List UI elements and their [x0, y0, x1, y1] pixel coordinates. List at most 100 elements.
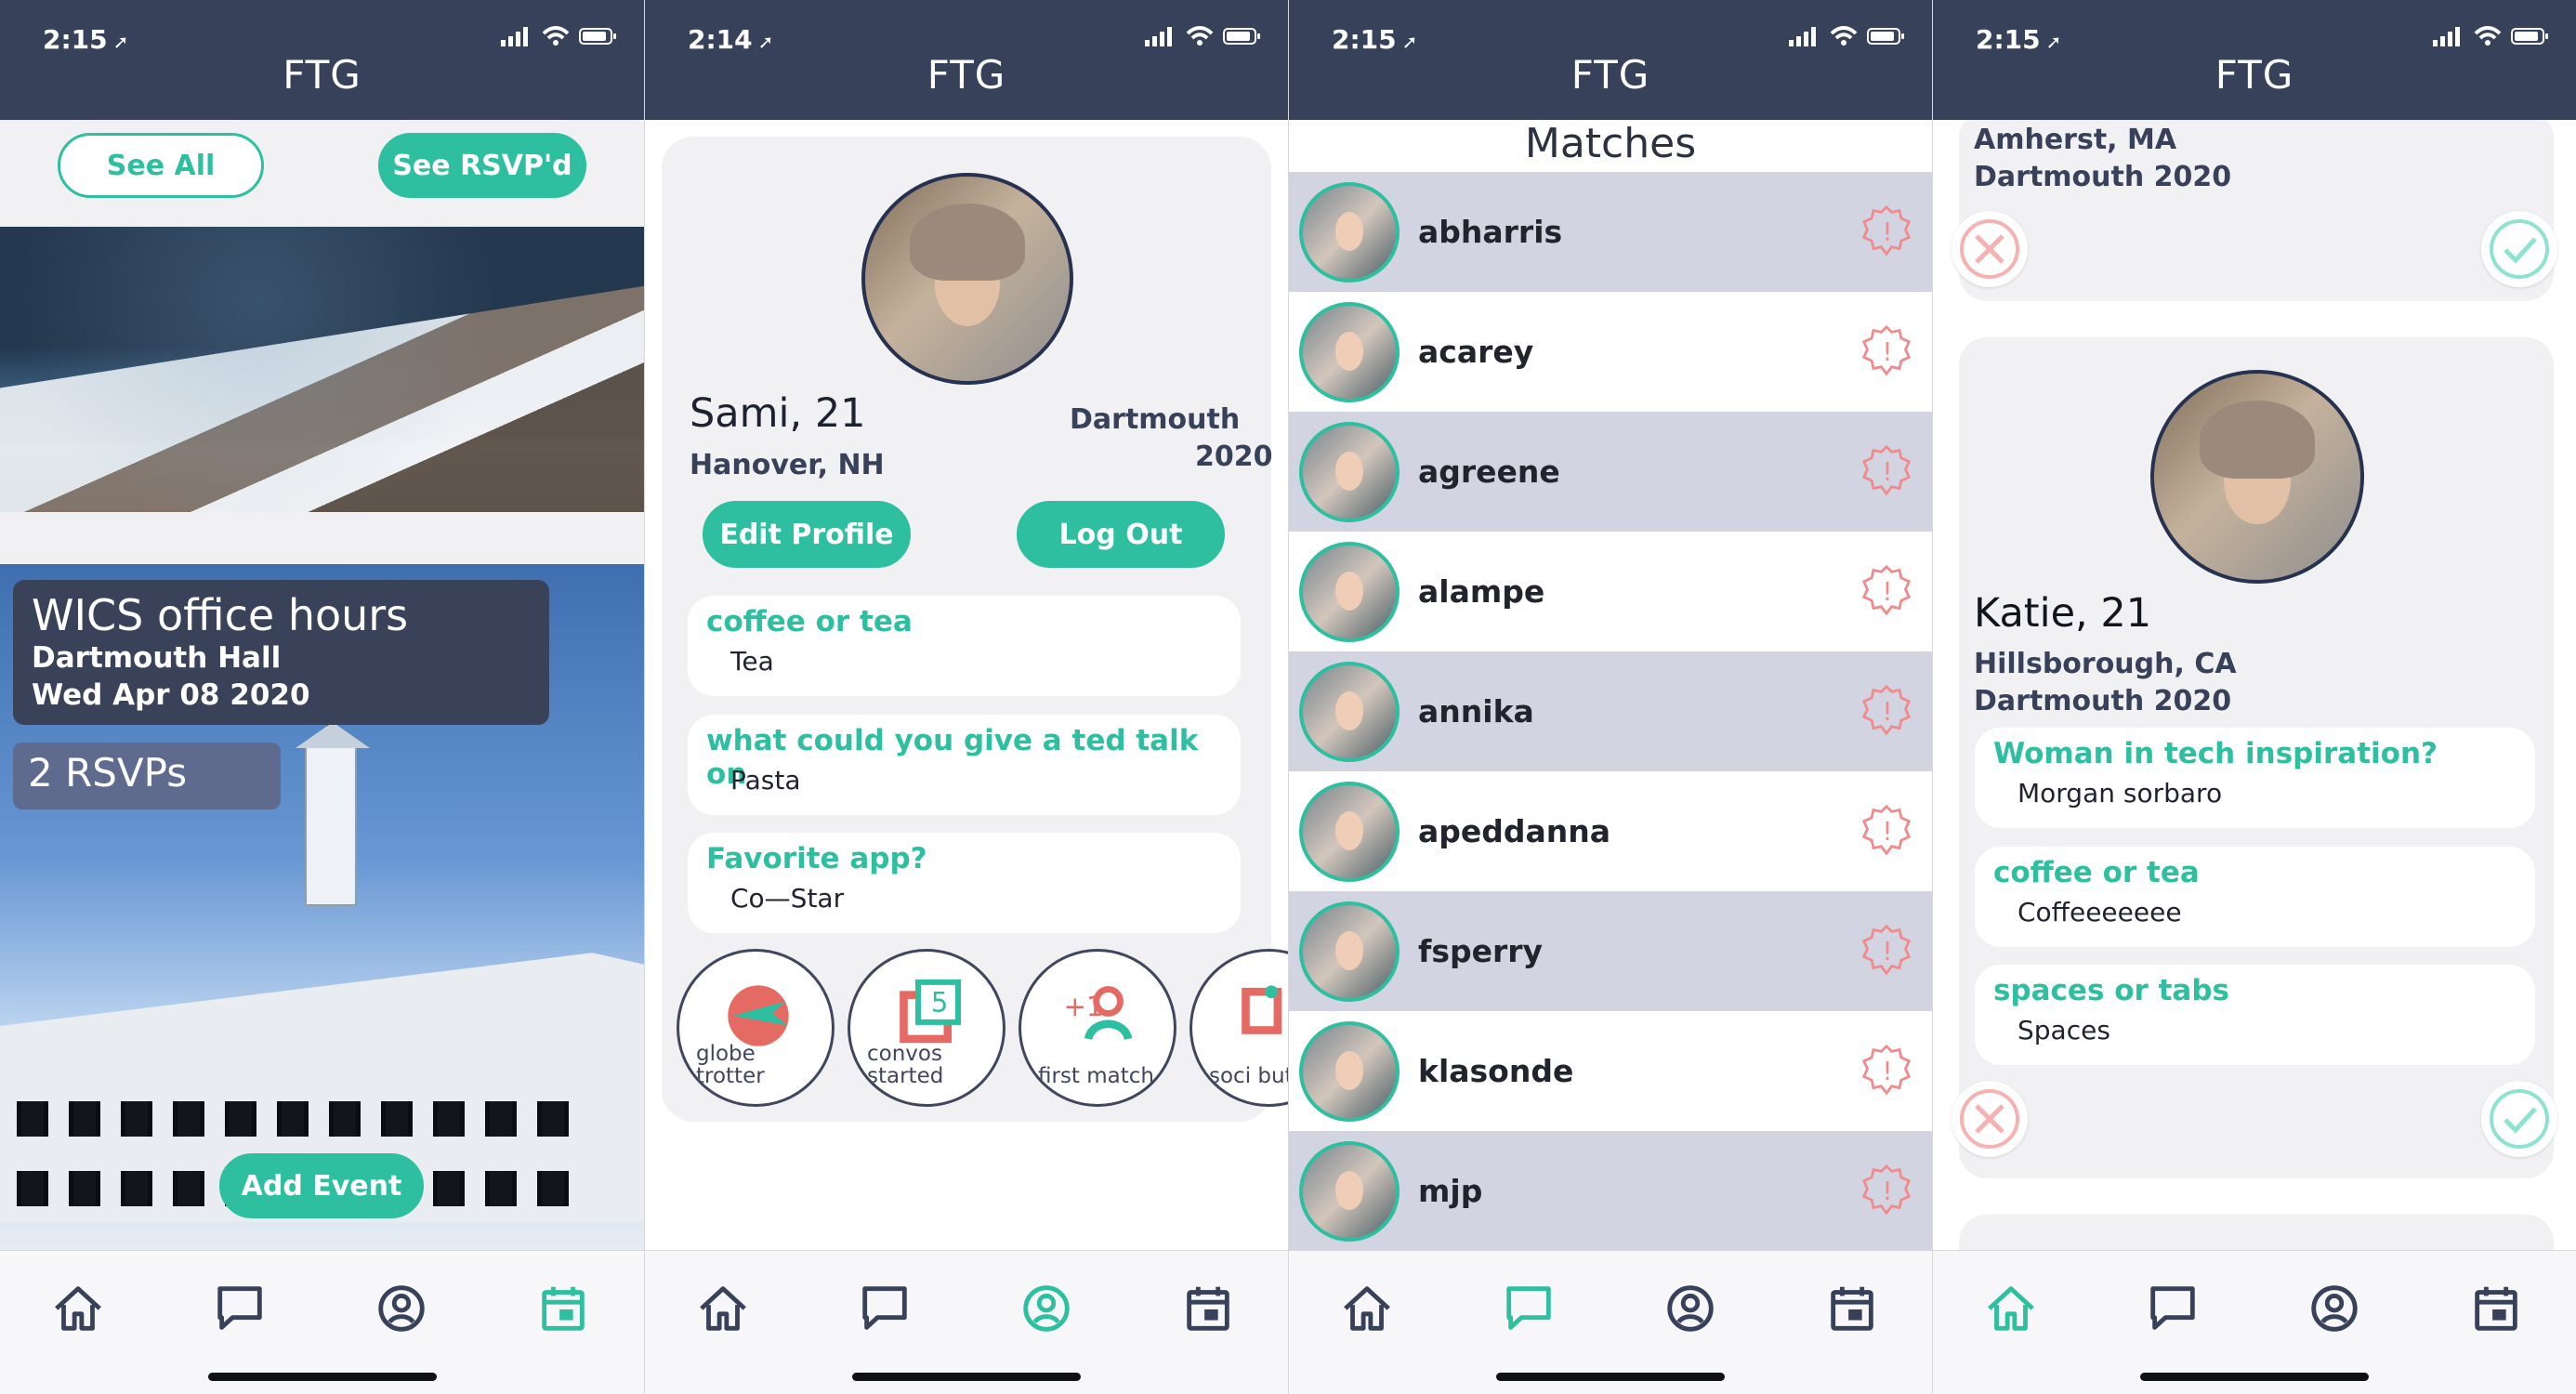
app-title: FTG — [2215, 52, 2294, 98]
calendar-tab[interactable] — [530, 1275, 597, 1342]
profile-tab[interactable] — [2301, 1275, 2368, 1342]
status-icons — [1145, 26, 1262, 46]
calendar-tab[interactable] — [2463, 1275, 2530, 1342]
svg-text:!: ! — [1882, 816, 1892, 847]
calendar-icon — [542, 1286, 585, 1331]
chat-icon — [217, 1286, 262, 1330]
location-arrow-icon: ➚ — [1401, 31, 1418, 53]
battery-icon — [579, 28, 616, 45]
events-screen: 2:15 ➚ FTG See All See RSVP'd WICS office… — [0, 0, 644, 1394]
match-row[interactable]: acarey! — [1289, 292, 1932, 412]
svg-text:!: ! — [1882, 696, 1892, 727]
events-content: See All See RSVP'd WICS office hours Dar… — [0, 120, 644, 1250]
answer-text: Morgan sorbaro — [2017, 778, 2223, 809]
match-username: klasonde — [1418, 1053, 1574, 1089]
candidate-question-card: spaces or tabs Spaces — [1975, 965, 2535, 1065]
accept-button[interactable] — [2481, 1081, 2557, 1157]
accept-button[interactable] — [2481, 211, 2557, 287]
profile-content: Sami, 21 Hanover, NH Dartmouth 2020 Edit… — [645, 120, 1288, 1250]
answer-text: Pasta — [730, 765, 801, 796]
home-indicator — [207, 1373, 437, 1381]
badge-label: soci but — [1209, 1064, 1288, 1088]
chat-tab[interactable] — [851, 1275, 918, 1342]
see-rsvpd-button[interactable]: See RSVP'd — [378, 133, 586, 198]
reject-button[interactable] — [1952, 211, 2028, 287]
chat-tab[interactable] — [2139, 1275, 2206, 1342]
reject-button[interactable] — [1952, 1081, 2028, 1157]
svg-text:!: ! — [1882, 1176, 1892, 1206]
match-row[interactable]: fsperry! — [1289, 891, 1932, 1011]
home-tab[interactable] — [45, 1275, 112, 1342]
log-out-button[interactable]: Log Out — [1017, 501, 1225, 568]
question-text: Favorite app? — [706, 842, 927, 875]
profile-question-card: coffee or tea Tea — [688, 596, 1241, 696]
report-flag-icon[interactable]: ! — [1860, 204, 1912, 256]
bottom-tab-bar — [1933, 1250, 2576, 1394]
answer-text: Tea — [730, 646, 774, 677]
question-text: coffee or tea — [1993, 856, 2200, 889]
svg-text:!: ! — [1882, 1056, 1892, 1086]
profile-tab[interactable] — [1657, 1275, 1724, 1342]
report-flag-icon[interactable]: ! — [1860, 684, 1912, 736]
home-tab[interactable] — [1978, 1275, 2044, 1342]
report-flag-icon[interactable]: ! — [1860, 1044, 1912, 1096]
wifi-icon — [542, 26, 570, 46]
report-flag-icon[interactable]: ! — [1860, 324, 1912, 376]
event-title: WICS office hours — [32, 590, 409, 640]
home-tab[interactable] — [690, 1275, 756, 1342]
profile-tab[interactable] — [1013, 1275, 1080, 1342]
report-flag-icon[interactable]: ! — [1860, 564, 1912, 616]
candidate-question-card: Woman in tech inspiration? Morgan sorbar… — [1975, 728, 2535, 828]
match-username: acarey — [1418, 334, 1534, 370]
match-row[interactable]: alampe! — [1289, 532, 1932, 651]
answer-text: Coffeeeeeee — [2017, 897, 2182, 927]
cellular-signal-icon — [1145, 27, 1172, 46]
wifi-icon — [1186, 26, 1214, 46]
match-row[interactable]: mjp! — [1289, 1131, 1932, 1250]
home-tab[interactable] — [1334, 1275, 1400, 1342]
svg-text:!: ! — [1882, 217, 1892, 247]
app-title: FTG — [1571, 52, 1650, 98]
report-flag-icon[interactable]: ! — [1860, 444, 1912, 496]
bottom-tab-bar — [0, 1250, 644, 1394]
match-row[interactable]: apeddanna! — [1289, 771, 1932, 891]
profile-class-year: 2020 — [1195, 441, 1273, 473]
profile-tab[interactable] — [368, 1275, 435, 1342]
svg-text:5: 5 — [931, 987, 949, 1019]
convos-started-badge[interactable]: 5 convos started — [848, 949, 1005, 1107]
add-event-button[interactable]: Add Event — [219, 1153, 424, 1218]
calendar-tab[interactable] — [1819, 1275, 1886, 1342]
status-time: 2:14 ➚ — [688, 24, 774, 55]
question-text: Woman in tech inspiration? — [1993, 737, 2438, 770]
candidate-question-card: coffee or tea Coffeeeeeee — [1975, 847, 2535, 947]
event-location: Dartmouth Hall — [32, 641, 282, 675]
match-row[interactable]: annika! — [1289, 651, 1932, 771]
first-match-badge[interactable]: +1 first match — [1019, 949, 1176, 1107]
globe-trotter-badge[interactable]: globe trotter — [677, 949, 835, 1107]
check-icon — [2490, 219, 2549, 279]
report-flag-icon[interactable]: ! — [1860, 804, 1912, 856]
see-all-button[interactable]: See All — [58, 133, 264, 198]
match-row[interactable]: klasonde! — [1289, 1011, 1932, 1131]
event-info-card[interactable]: WICS office hours Dartmouth Hall Wed Apr… — [13, 580, 549, 725]
location-arrow-icon: ➚ — [757, 31, 774, 53]
window-row — [17, 1101, 569, 1137]
match-row[interactable]: agreene! — [1289, 412, 1932, 532]
avatar — [1299, 901, 1400, 1002]
avatar — [1299, 1140, 1400, 1242]
chat-tab[interactable] — [206, 1275, 273, 1342]
chat-tab[interactable] — [1495, 1275, 1562, 1342]
home-icon — [700, 1286, 746, 1331]
candidate-location: Hillsborough, CA — [1974, 648, 2237, 680]
x-icon — [1960, 219, 2019, 279]
avatar — [1299, 541, 1400, 642]
rsvp-count-badge: 2 RSVPs — [13, 743, 281, 809]
report-flag-icon[interactable]: ! — [1860, 1164, 1912, 1216]
home-indicator — [1496, 1373, 1725, 1381]
top-bar: 2:15 ➚ FTG — [0, 0, 644, 120]
match-username: annika — [1418, 693, 1534, 730]
calendar-tab[interactable] — [1175, 1275, 1242, 1342]
match-row[interactable]: abharris! — [1289, 172, 1932, 292]
report-flag-icon[interactable]: ! — [1860, 924, 1912, 976]
edit-profile-button[interactable]: Edit Profile — [703, 501, 911, 568]
